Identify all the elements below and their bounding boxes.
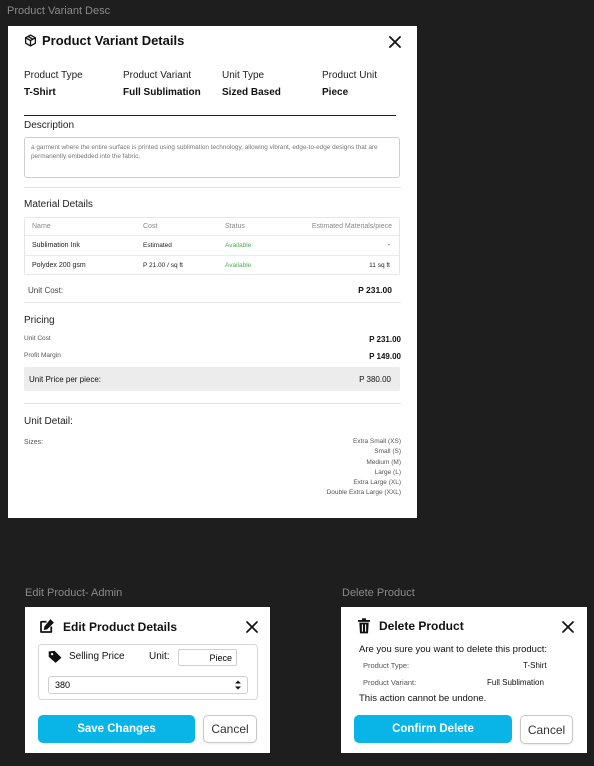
- row-estimate: 11 sq ft: [369, 262, 390, 269]
- product-variant-label: Product Variant:: [363, 678, 417, 687]
- unit-price-value: P 380.00: [359, 375, 391, 384]
- row-status: Available: [225, 262, 252, 269]
- unit-price-label: Unit Price per piece:: [29, 375, 102, 384]
- table-header-estimate: Estimated Materials/piece: [311, 223, 392, 230]
- row-cost: Estimated: [143, 242, 172, 249]
- profit-margin-value: P 149.00: [369, 352, 401, 361]
- pricing-title: Pricing: [24, 315, 55, 326]
- size-item: Medium (M): [366, 458, 401, 466]
- product-unit-label: Product Unit: [322, 70, 378, 81]
- unit-cost-label: Unit Cost:: [28, 286, 64, 295]
- close-icon[interactable]: [562, 621, 574, 633]
- product-type-value: T-Shirt: [24, 87, 56, 98]
- unit-detail-title: Unit Detail:: [24, 416, 73, 427]
- tag-icon: [48, 650, 62, 663]
- profit-margin-label: Profit Margin: [24, 352, 61, 359]
- cancel-button[interactable]: Cancel: [203, 715, 257, 743]
- unit-type-value: Sized Based: [222, 87, 281, 98]
- sizes-list: Extra Small (XS) Small (S) Medium (M) La…: [327, 437, 401, 499]
- table-header-status: Status: [225, 223, 245, 230]
- divider: [24, 302, 401, 303]
- dialog-title: Delete Product: [379, 619, 464, 633]
- edit-product-dialog: Edit Product Details Selling Price Unit:…: [25, 607, 270, 753]
- product-variant-value: Full Sublimation: [487, 678, 544, 687]
- frame-label-delete: Delete Product: [342, 587, 415, 599]
- trash-icon: [358, 618, 370, 634]
- header-divider: [25, 235, 399, 236]
- delete-warning: This action cannot be undone.: [359, 693, 487, 704]
- row-name: Polydex 200 gsm: [32, 262, 86, 269]
- confirm-delete-button[interactable]: Confirm Delete: [354, 715, 512, 743]
- description-textarea[interactable]: a garment where the entire surface is pr…: [24, 137, 400, 178]
- dialog-header: Delete Product: [357, 618, 464, 634]
- close-icon[interactable]: [389, 36, 401, 48]
- size-item: Extra Small (XS): [352, 438, 401, 445]
- product-variant-value: Full Sublimation: [123, 87, 201, 98]
- save-changes-button[interactable]: Save Changes: [38, 715, 195, 743]
- product-type-label: Product Type:: [363, 661, 410, 670]
- product-variant-label: Product Variant: [123, 70, 192, 81]
- stepper-arrows-icon[interactable]: [231, 677, 245, 693]
- unit-input[interactable]: [178, 649, 237, 666]
- row-estimate: -: [387, 242, 390, 249]
- edit-icon: [40, 619, 54, 633]
- delete-question: Are you sure you want to delete this pro…: [359, 644, 547, 655]
- dialog-header: Edit Product Details: [38, 618, 177, 635]
- pricing-unit-cost-label: Unit Cost: [24, 335, 51, 342]
- close-icon[interactable]: [246, 621, 258, 633]
- unit-price-row: Unit Price per piece: P 380.00: [24, 367, 400, 391]
- unit-label: Unit:: [149, 651, 170, 662]
- size-item: Large (L): [374, 468, 401, 476]
- divider: [24, 403, 401, 404]
- unit-type-label: Unit Type: [222, 70, 265, 81]
- description-title: Description: [24, 120, 75, 131]
- material-table: Name Cost Status Estimated Materials/pie…: [24, 217, 400, 275]
- material-details-title: Material Details: [24, 199, 93, 210]
- table-header-name: Name: [32, 223, 51, 230]
- panel-title: Product Variant Details: [42, 33, 185, 48]
- panel-header: Product Variant Details: [24, 33, 184, 48]
- selling-price-box: Selling Price Unit:: [38, 644, 258, 700]
- divider: [24, 187, 401, 188]
- row-divider: [25, 255, 399, 256]
- dialog-title: Edit Product Details: [63, 619, 178, 634]
- info-divider: [24, 115, 396, 116]
- frame-label-main: Product Variant Desc: [7, 5, 111, 17]
- size-item: Small (S): [374, 448, 401, 456]
- delete-product-dialog: Delete Product Are you sure you want to …: [341, 607, 587, 753]
- size-item: Double Extra Large (XXL): [326, 489, 401, 497]
- table-header-cost: Cost: [143, 223, 158, 230]
- box-icon: [24, 34, 37, 47]
- sizes-label: Sizes:: [24, 439, 44, 446]
- product-unit-value: Piece: [322, 87, 349, 98]
- row-name: Sublimation Ink: [32, 242, 80, 249]
- frame-label-edit: Edit Product- Admin: [25, 587, 123, 599]
- product-type-label: Product Type: [24, 70, 83, 81]
- selling-price-label: Selling Price: [69, 651, 125, 662]
- row-cost: P 21.00 / sq ft: [143, 262, 183, 269]
- selling-price-input[interactable]: [48, 676, 248, 694]
- unit-cost-value: P 231.00: [358, 285, 392, 295]
- product-variant-details-panel: Product Variant Details Product Type T-S…: [8, 26, 417, 518]
- product-type-value: T-Shirt: [523, 661, 547, 670]
- pricing-unit-cost-value: P 231.00: [369, 335, 401, 344]
- size-item: Extra Large (XL): [353, 479, 401, 487]
- cancel-button[interactable]: Cancel: [520, 715, 573, 744]
- row-status: Available: [225, 242, 252, 249]
